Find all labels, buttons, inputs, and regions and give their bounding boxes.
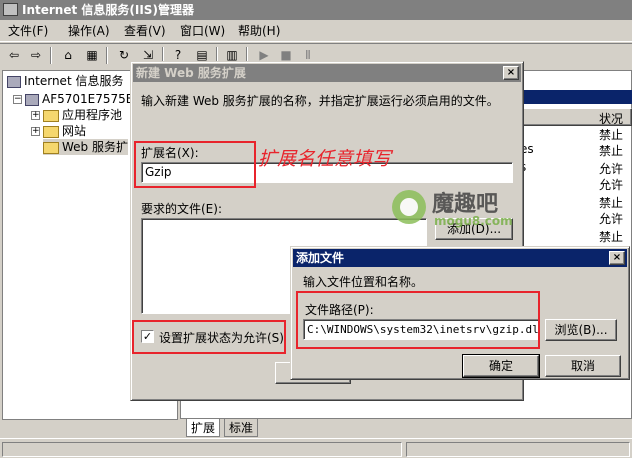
expand-icon[interactable]: + <box>31 111 40 120</box>
ok-button[interactable]: 确定 <box>462 354 540 378</box>
menu-file[interactable]: 文件(F) <box>6 23 50 40</box>
tab-standard[interactable]: 标准 <box>224 419 259 437</box>
status-pane <box>406 442 630 457</box>
list-status: 禁止 <box>599 196 624 210</box>
dialog-title: 添加文件 <box>296 251 345 265</box>
close-icon[interactable]: × <box>503 66 519 80</box>
status-column-header: 状况 <box>599 112 624 126</box>
back-arrow-icon[interactable]: ⇦ <box>4 46 24 65</box>
menu-bar: 文件(F) 操作(A) 查看(V) 窗口(W) 帮助(H) <box>0 20 632 42</box>
show-tree-icon[interactable]: ▦ <box>82 46 102 65</box>
list-status: 允许 <box>599 212 624 226</box>
folder-icon <box>43 109 59 122</box>
view-tabs: 扩展 标准 <box>180 418 632 438</box>
add-file-dialog: 添加文件 × 输入文件位置和名称。 文件路径(P): C:\WINDOWS\sy… <box>290 246 630 380</box>
status-pane <box>2 442 402 457</box>
menu-view[interactable]: 查看(V) <box>122 23 168 40</box>
required-files-label: 要求的文件(E): <box>141 202 222 216</box>
iis-logo-icon <box>3 3 18 16</box>
status-bar <box>0 438 632 458</box>
tree-root[interactable]: Internet 信息服务 <box>7 73 123 89</box>
app-title-bar: Internet 信息服务(IIS)管理器 <box>0 0 632 20</box>
file-path-label: 文件路径(P): <box>305 303 374 317</box>
menu-action[interactable]: 操作(A) <box>66 23 112 40</box>
list-status: 禁止 <box>599 230 624 244</box>
dialog-instruction: 输入新建 Web 服务扩展的名称，并指定扩展运行必须启用的文件。 <box>141 94 499 108</box>
tab-extended[interactable]: 扩展 <box>186 419 221 437</box>
menu-window[interactable]: 窗口(W) <box>178 23 227 40</box>
dialog-title-bar: 新建 Web 服务扩展 × <box>133 64 521 82</box>
iis-root-icon <box>7 75 21 88</box>
list-column-header[interactable]: 状况 <box>520 108 632 126</box>
watermark: 魔趣吧 mogu8.com <box>392 186 552 234</box>
dialog-instruction: 输入文件位置和名称。 <box>303 275 424 289</box>
toolbar-separator <box>106 47 108 64</box>
list-status: 禁止 <box>599 144 624 158</box>
forward-arrow-icon[interactable]: ⇨ <box>26 46 46 65</box>
close-icon[interactable]: × <box>609 251 625 265</box>
tree-item-web-service-extensions[interactable]: Web 服务扩 <box>43 139 128 155</box>
server-icon <box>25 93 39 106</box>
up-folder-icon[interactable]: ⌂ <box>58 46 78 65</box>
app-title: Internet 信息服务(IIS)管理器 <box>22 3 194 17</box>
folder-icon <box>43 141 59 154</box>
extension-name-label: 扩展名(X): <box>141 146 199 160</box>
folder-icon <box>43 125 59 138</box>
list-status: 允许 <box>599 162 624 176</box>
browse-button[interactable]: 浏览(B)... <box>545 319 617 341</box>
toolbar-separator <box>50 47 52 64</box>
allow-status-checkbox[interactable]: ✓ <box>141 330 154 343</box>
list-status: 禁止 <box>599 128 624 142</box>
allow-status-label[interactable]: 设置扩展状态为允许(S) <box>159 329 284 346</box>
watermark-url: mogu8.com <box>434 214 513 228</box>
tree-item-websites[interactable]: 网站 <box>43 123 86 139</box>
annotation-text: 扩展名任意填写 <box>258 148 392 170</box>
file-path-input[interactable]: C:\WINDOWS\system32\inetsrv\gzip.dll <box>303 319 539 340</box>
expand-icon[interactable]: + <box>31 127 40 136</box>
tree-item-app-pools[interactable]: 应用程序池 <box>43 107 122 123</box>
list-status: 允许 <box>599 178 624 192</box>
dialog-title: 新建 Web 服务扩展 <box>136 66 246 80</box>
watermark-logo-icon <box>392 190 426 224</box>
dialog-title-bar: 添加文件 × <box>293 249 627 267</box>
collapse-icon[interactable]: − <box>13 95 22 104</box>
cancel-button[interactable]: 取消 <box>545 355 621 377</box>
menu-help[interactable]: 帮助(H) <box>236 23 282 40</box>
